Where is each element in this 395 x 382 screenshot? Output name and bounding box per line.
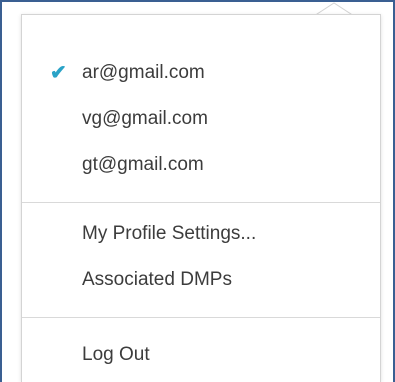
menu-item-label: Associated DMPs	[82, 269, 232, 290]
check-icon: ✔	[50, 62, 67, 84]
account-item-ar[interactable]: ✔ ar@gmail.com	[22, 50, 380, 96]
account-dropdown-menu: ✔ ar@gmail.com vg@gmail.com gt@gmail.com…	[21, 14, 381, 382]
settings-section: My Profile Settings... Associated DMPs	[22, 203, 380, 317]
account-item-gt[interactable]: gt@gmail.com	[22, 142, 380, 188]
log-out-item[interactable]: Log Out	[22, 332, 380, 378]
account-label: ar@gmail.com	[82, 62, 205, 83]
accounts-section: ✔ ar@gmail.com vg@gmail.com gt@gmail.com	[22, 15, 380, 202]
logout-section: Log Out	[22, 318, 380, 378]
associated-dmps-item[interactable]: Associated DMPs	[22, 257, 380, 303]
my-profile-settings-item[interactable]: My Profile Settings...	[22, 211, 380, 257]
menu-item-label: Log Out	[82, 344, 150, 365]
account-label: gt@gmail.com	[82, 154, 204, 175]
menu-item-label: My Profile Settings...	[82, 223, 257, 244]
account-label: vg@gmail.com	[82, 108, 208, 129]
account-item-vg[interactable]: vg@gmail.com	[22, 96, 380, 142]
